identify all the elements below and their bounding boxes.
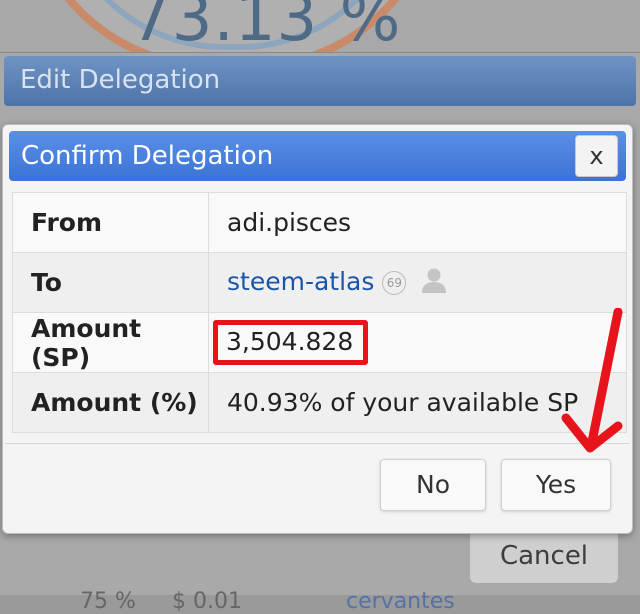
gauge-percent-text: 73.13 %: [130, 0, 402, 56]
bottom-row-value: $ 0.01: [172, 589, 242, 614]
no-button[interactable]: No: [380, 459, 486, 511]
cancel-button[interactable]: Cancel: [470, 529, 618, 583]
amount-percent-label: Amount (%): [12, 372, 209, 433]
from-label: From: [12, 192, 209, 253]
confirm-delegation-dialog: Confirm Delegation x From adi.pisces To …: [2, 124, 633, 534]
close-button[interactable]: x: [575, 135, 618, 177]
table-row: Amount (%) 40.93% of your available SP: [12, 372, 627, 433]
amount-sp-value: 3,504.828: [213, 320, 369, 365]
dialog-footer-divider: [5, 443, 630, 444]
user-silhouette-icon: [420, 266, 448, 300]
to-label: To: [12, 252, 209, 313]
delegation-details-table: From adi.pisces To steem-atlas 69 Amount …: [12, 192, 627, 433]
table-row: Amount (SP) 3,504.828: [12, 312, 627, 373]
table-row: From adi.pisces: [12, 192, 627, 253]
table-row: To steem-atlas 69: [12, 252, 627, 313]
confirm-dialog-title: Confirm Delegation: [21, 141, 274, 171]
to-user-link[interactable]: steem-atlas: [227, 267, 374, 296]
yes-button[interactable]: Yes: [501, 459, 611, 511]
confirm-dialog-header: Confirm Delegation: [9, 131, 626, 181]
background-table-row: 75 % $ 0.01 cervantes: [0, 589, 640, 614]
edit-delegation-title: Edit Delegation: [4, 56, 636, 106]
bottom-row-percent: 75 %: [80, 589, 136, 614]
bottom-row-user: cervantes: [346, 589, 455, 614]
from-value: adi.pisces: [208, 192, 627, 253]
red-arrow-annotation: [561, 308, 623, 453]
reputation-badge: 69: [382, 270, 407, 295]
to-cell: steem-atlas 69: [208, 252, 627, 313]
amount-sp-label: Amount (SP): [12, 312, 209, 373]
